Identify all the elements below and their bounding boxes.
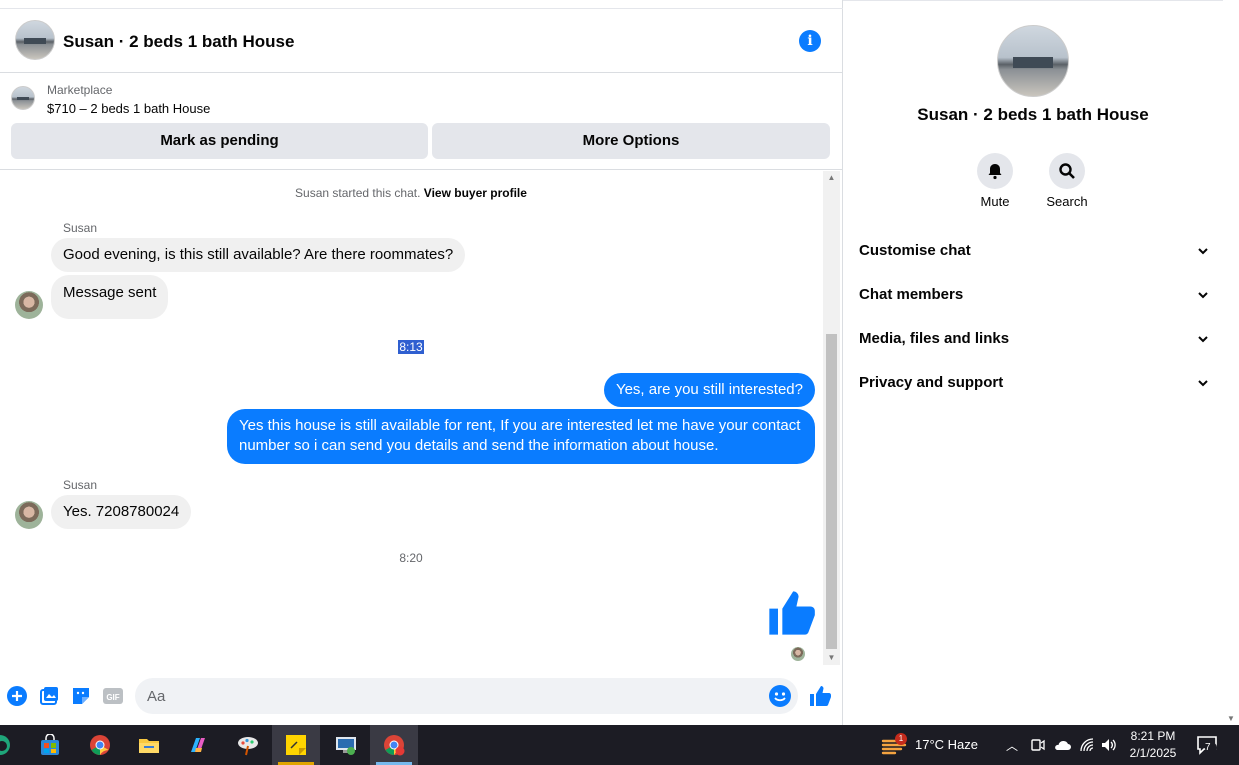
taskbar-remote-app[interactable]: [322, 725, 370, 765]
store-icon: [41, 734, 59, 755]
sender-name: Susan: [63, 478, 98, 492]
scroll-down-arrow[interactable]: ▼: [1223, 714, 1239, 723]
timestamp: 8:13: [0, 340, 822, 354]
remote-desktop-icon: [336, 737, 356, 755]
scroll-up-arrow[interactable]: ▲: [823, 171, 840, 185]
teams-meet-icon[interactable]: [1031, 737, 1045, 753]
chat-details-panel: Susan · 2 beds 1 bath House Mute Search …: [843, 0, 1223, 725]
listing-thumbnail[interactable]: [11, 86, 35, 110]
sticky-notes-icon: [286, 735, 306, 755]
mute-button[interactable]: Mute: [965, 153, 1025, 209]
chevron-up-icon[interactable]: ︿: [1006, 737, 1018, 754]
chevron-down-icon: [1198, 336, 1208, 343]
system-clock[interactable]: 8:21 PM 2/1/2025: [1118, 728, 1188, 762]
search-button[interactable]: Search: [1037, 153, 1097, 209]
taskbar-sticky-notes-app[interactable]: [272, 725, 320, 765]
mark-as-pending-button[interactable]: Mark as pending: [11, 123, 428, 159]
section-chat-members[interactable]: Chat members: [859, 286, 1209, 303]
gif-icon[interactable]: GIF: [102, 685, 124, 707]
susan-avatar[interactable]: [15, 501, 43, 529]
search-icon: [1059, 163, 1075, 179]
view-buyer-profile-link[interactable]: View buyer profile: [424, 186, 527, 200]
edge-icon: [0, 735, 10, 755]
section-media-files-links[interactable]: Media, files and links: [859, 330, 1209, 347]
taskbar-file-explorer-app[interactable]: [125, 725, 173, 765]
chat-pane: Susan · 2 beds 1 bath House i Marketplac…: [0, 0, 843, 725]
thumbs-up-icon[interactable]: [765, 587, 817, 639]
taskbar-edge-app[interactable]: [0, 725, 24, 765]
section-label: Privacy and support: [859, 374, 1004, 391]
chrome-profile-icon: [384, 735, 405, 756]
taskbar-chrome-profile-app[interactable]: [370, 725, 418, 765]
profile-avatar[interactable]: [997, 25, 1069, 97]
incoming-message[interactable]: Yes. 7208780024: [51, 495, 192, 529]
section-label: Customise chat: [859, 242, 971, 259]
photo-icon[interactable]: [38, 685, 60, 707]
message-input[interactable]: [135, 678, 798, 714]
info-icon[interactable]: i: [799, 30, 821, 52]
chevron-down-icon: [1198, 292, 1208, 299]
section-label: Media, files and links: [859, 330, 1010, 347]
chevron-down-icon: [1198, 248, 1208, 255]
sticker-icon[interactable]: [70, 685, 92, 707]
seen-indicator-avatar: [791, 647, 805, 661]
emoji-icon[interactable]: [769, 685, 791, 707]
more-options-button[interactable]: More Options: [432, 123, 830, 159]
taskbar-store-app[interactable]: [26, 725, 74, 765]
section-customise-chat[interactable]: Customise chat: [859, 242, 1209, 259]
mute-label: Mute: [980, 194, 1010, 209]
incoming-message[interactable]: Good evening, is this still available? A…: [51, 238, 466, 272]
marketplace-listing-bar: Marketplace $710 – 2 beds 1 bath House M…: [0, 74, 842, 170]
chat-header: Susan · 2 beds 1 bath House i: [0, 10, 842, 73]
chevron-down-icon: [1198, 380, 1208, 387]
sender-name: Susan: [63, 221, 98, 235]
outgoing-message[interactable]: Yes, are you still interested?: [603, 373, 815, 407]
top-strip: [0, 0, 843, 9]
search-label: Search: [1046, 194, 1088, 209]
weather-badge: 1: [895, 733, 907, 745]
section-privacy-support[interactable]: Privacy and support: [859, 374, 1209, 391]
folder-icon: [139, 739, 159, 753]
weather-text[interactable]: 17°C Haze: [915, 737, 978, 752]
chat-start-notice: Susan started this chat. View buyer prof…: [0, 186, 822, 200]
copilot-icon: [191, 738, 205, 752]
incoming-message[interactable]: Message sent: [51, 275, 169, 319]
bell-icon: [988, 164, 1002, 180]
section-label: Chat members: [859, 286, 964, 303]
chat-title[interactable]: Susan · 2 beds 1 bath House: [63, 32, 294, 52]
page-scrollbar[interactable]: ▼: [1223, 0, 1239, 725]
taskbar-chrome-app[interactable]: [76, 725, 124, 765]
chat-start-text: Susan started this chat.: [295, 186, 421, 200]
volume-icon[interactable]: [1100, 737, 1118, 753]
plus-icon[interactable]: [6, 685, 28, 707]
clock-date: 2/1/2025: [1129, 746, 1177, 760]
paint-icon: [238, 737, 258, 756]
wifi-icon[interactable]: [1079, 737, 1095, 753]
susan-avatar[interactable]: [15, 291, 43, 319]
notification-count: 7: [1205, 742, 1211, 753]
scroll-down-arrow[interactable]: ▼: [823, 651, 840, 665]
panel-title: Susan · 2 beds 1 bath House: [917, 105, 1149, 124]
clock-time: 8:21 PM: [1130, 729, 1176, 743]
scroll-thumb[interactable]: [826, 334, 837, 649]
message-list: Susan started this chat. View buyer prof…: [0, 171, 822, 665]
send-like-icon[interactable]: [808, 684, 832, 708]
taskbar-paint-app[interactable]: [224, 725, 272, 765]
chrome-icon: [90, 735, 110, 755]
onedrive-icon[interactable]: [1053, 738, 1071, 752]
svg-text:GIF: GIF: [106, 693, 119, 702]
listing-title[interactable]: $710 – 2 beds 1 bath House: [47, 101, 210, 116]
chat-scrollbar[interactable]: ▲ ▼: [823, 171, 840, 665]
taskbar: 1 17°C Haze ︿ 8:21 PM 2/1/2025 7: [0, 725, 1239, 765]
timestamp: 8:20: [399, 551, 423, 565]
composer: GIF: [0, 674, 842, 718]
taskbar-copilot-app[interactable]: [174, 725, 222, 765]
listing-avatar[interactable]: [15, 20, 55, 60]
outgoing-message[interactable]: Yes this house is still available for re…: [227, 409, 815, 464]
listing-source: Marketplace: [47, 83, 113, 97]
timestamp-selected: 8:13: [398, 340, 424, 354]
